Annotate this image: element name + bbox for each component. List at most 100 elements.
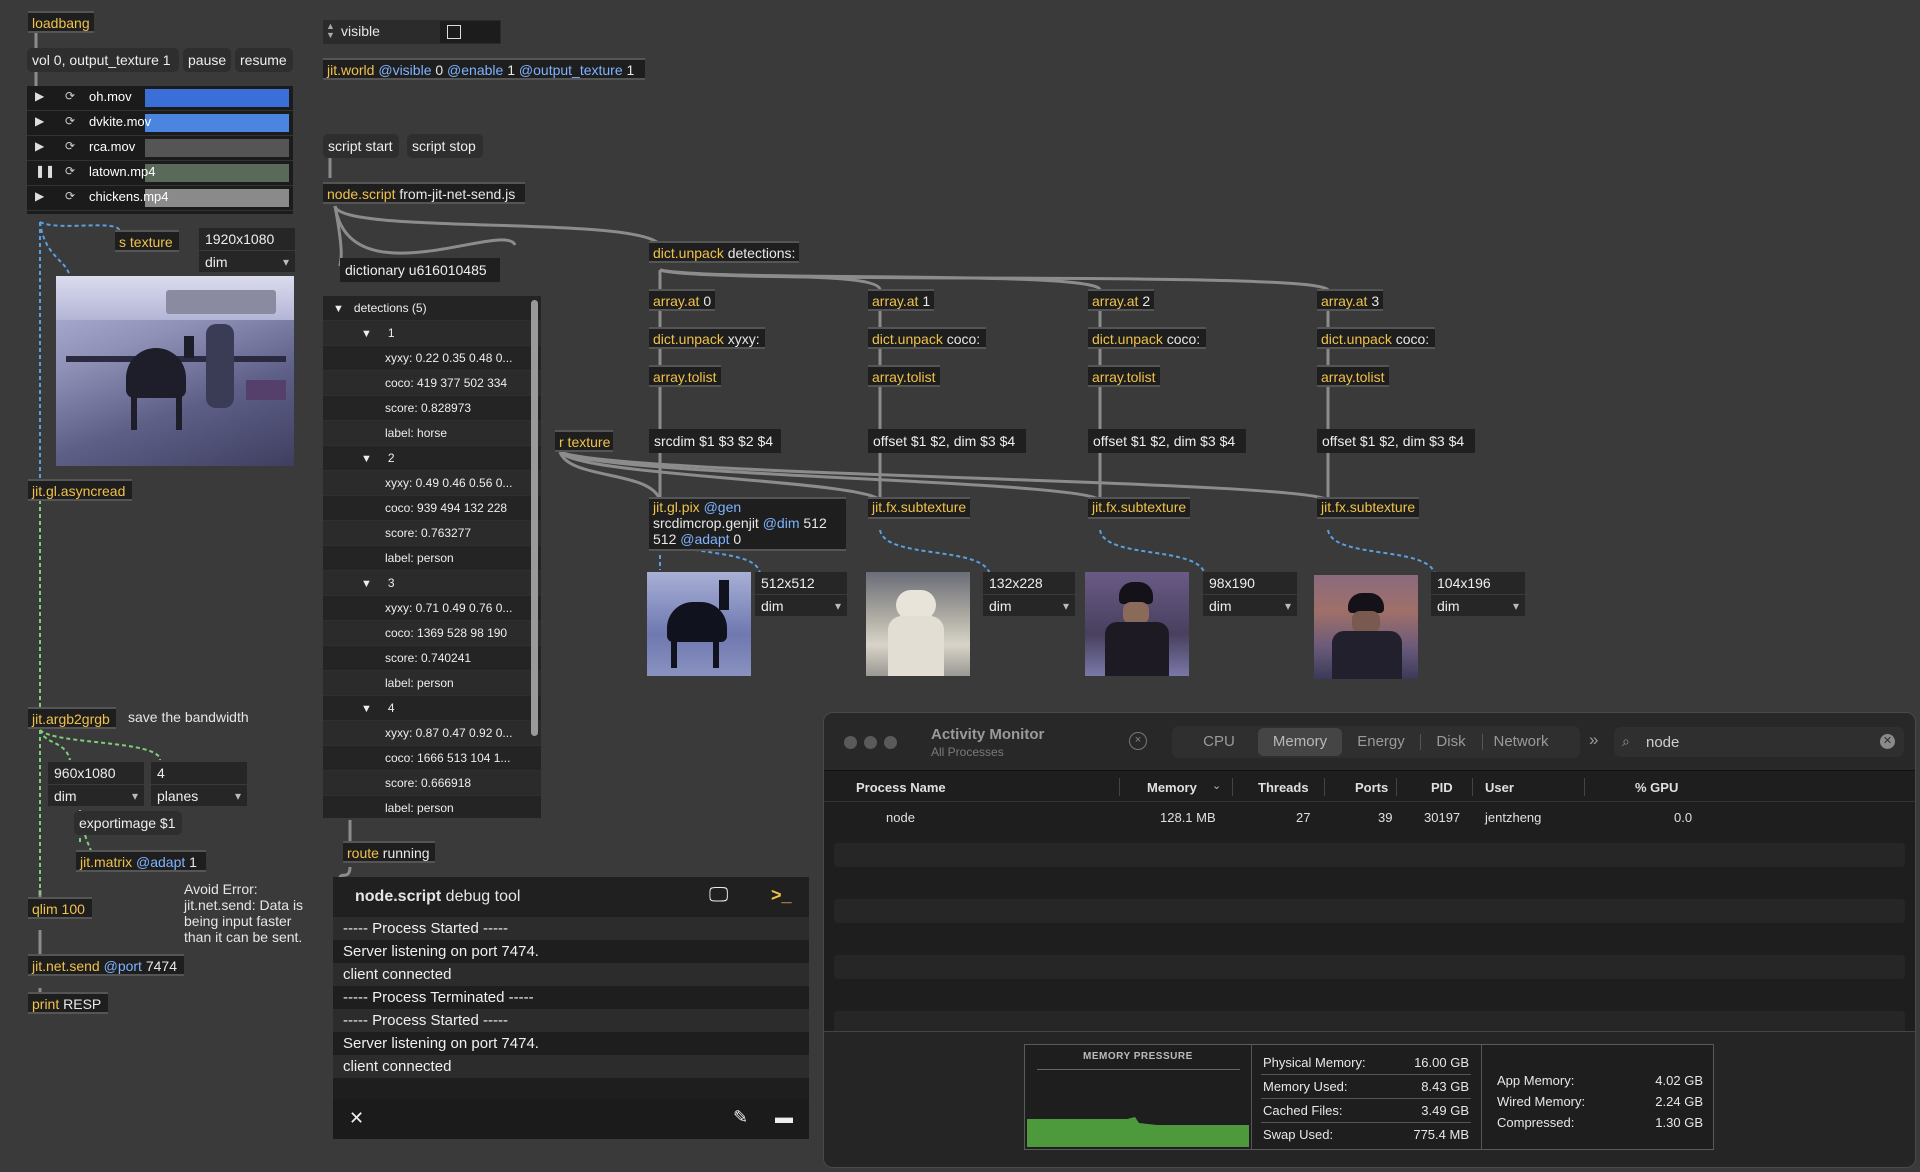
array-at-object[interactable]: array.at 0 — [649, 289, 715, 311]
col-pid[interactable]: PID — [1431, 780, 1453, 795]
close-window-button[interactable] — [844, 736, 857, 749]
dim-label[interactable]: dim — [983, 595, 1075, 617]
dim-attrui[interactable]: 512x512 dim — [755, 572, 847, 617]
dim-attrui[interactable]: 132x228 dim — [983, 572, 1075, 617]
dict-row[interactable]: score: 0.666918 — [323, 771, 541, 796]
dim-value[interactable]: 98x190 — [1203, 572, 1297, 595]
planes-value[interactable]: 4 — [151, 762, 247, 785]
folder-icon[interactable]: ▬ — [775, 1107, 793, 1128]
dict-row[interactable]: xyxy: 0.49 0.46 0.56 0... — [323, 471, 541, 496]
disclosure-icon[interactable]: ▼ — [361, 453, 372, 465]
exportimage-message[interactable]: exportimage $1 — [74, 811, 182, 835]
zoom-window-button[interactable] — [884, 736, 897, 749]
array-tolist-object[interactable]: array.tolist — [868, 365, 940, 387]
dict-row[interactable]: ▼ 2 — [323, 446, 541, 471]
play-icon[interactable]: ▶ — [35, 139, 44, 153]
col-process-name[interactable]: Process Name — [856, 780, 946, 795]
edit-icon[interactable]: ✎ — [733, 1107, 748, 1128]
dict-row[interactable]: score: 0.740241 — [323, 646, 541, 671]
dict-view[interactable]: ▼ detections (5) ▼ 1 xyxy: 0.22 0.35 0.48 0… — [323, 296, 541, 818]
dim-attrui[interactable]: 104x196 dim — [1431, 572, 1525, 617]
col-gpu[interactable]: % GPU — [1635, 780, 1678, 795]
dim-label[interactable]: dim — [48, 785, 144, 807]
tab-energy[interactable]: Energy — [1342, 726, 1420, 758]
script-start-message[interactable]: script start — [323, 134, 399, 158]
jit-fx-subtexture-object[interactable]: jit.fx.subtexture — [1317, 497, 1419, 519]
col-memory[interactable]: Memory — [1147, 780, 1197, 795]
dict-row[interactable]: ▼ 1 — [323, 321, 541, 346]
dim-value[interactable]: 1920x1080 — [199, 228, 295, 251]
dict-unpack-object[interactable]: dict.unpack coco: — [868, 327, 986, 349]
dict-row[interactable]: xyxy: 0.87 0.47 0.92 0... — [323, 721, 541, 746]
visible-attrui[interactable]: ▲ ▼ visible — [323, 20, 501, 44]
visible-checkbox[interactable] — [447, 25, 461, 39]
col-threads[interactable]: Threads — [1258, 780, 1309, 795]
array-tolist-object[interactable]: array.tolist — [649, 365, 721, 387]
play-icon[interactable]: ▶ — [35, 114, 44, 128]
dim-label[interactable]: dim — [1431, 595, 1525, 617]
dict-row[interactable]: ▼ 3 — [323, 571, 541, 596]
dict-row[interactable]: score: 0.763277 — [323, 521, 541, 546]
dict-row[interactable]: score: 0.828973 — [323, 396, 541, 421]
search-input[interactable]: node — [1646, 734, 1679, 751]
dict-row[interactable]: label: person — [323, 671, 541, 696]
playlist-item[interactable]: ▶ ⟳ oh.mov — [27, 86, 293, 111]
dict-row[interactable]: label: horse — [323, 421, 541, 446]
resume-message[interactable]: resume — [235, 48, 293, 72]
array-at-object[interactable]: array.at 3 — [1317, 289, 1383, 311]
dim-attrui-top[interactable]: 1920x1080 dim — [199, 228, 295, 273]
terminal-icon[interactable]: >_ — [771, 885, 792, 906]
dict-root-row[interactable]: ▼ detections (5) — [323, 296, 541, 321]
crop-params-message[interactable]: srcdim $1 $3 $2 $4 — [649, 429, 781, 453]
loop-icon[interactable]: ⟳ — [65, 139, 75, 153]
jit-matrix-object[interactable]: jit.matrix @adapt 1 — [76, 850, 206, 872]
dict-row[interactable]: xyxy: 0.71 0.49 0.76 0... — [323, 596, 541, 621]
dim-value[interactable]: 104x196 — [1431, 572, 1525, 595]
route-running-object[interactable]: route running — [343, 841, 435, 863]
jit-net-send-object[interactable]: jit.net.send @port 7474 — [28, 954, 184, 976]
disclosure-icon[interactable]: ▼ — [361, 703, 372, 715]
dict-row[interactable]: coco: 419 377 502 334 — [323, 371, 541, 396]
dim-label[interactable]: dim — [199, 251, 295, 273]
dict-row[interactable]: xyxy: 0.22 0.35 0.48 0... — [323, 346, 541, 371]
crop-params-message[interactable]: offset $1 $2, dim $3 $4 — [1088, 429, 1246, 453]
dict-unpack-object[interactable]: dict.unpack coco: — [1088, 327, 1206, 349]
jit-fx-subtexture-object[interactable]: jit.fx.subtexture — [1088, 497, 1190, 519]
array-tolist-object[interactable]: array.tolist — [1317, 365, 1389, 387]
qlim-object[interactable]: qlim 100 — [28, 897, 92, 919]
jit-gl-asyncread-object[interactable]: jit.gl.asyncread — [28, 479, 132, 501]
jit-playlist[interactable]: ▶ ⟳ oh.mov ▶ ⟳ dvkite.mov ▶ ⟳ rca.mov ❚❚ ⟳ latown.m… — [27, 86, 293, 214]
dim-value[interactable]: 960x1080 — [48, 762, 144, 785]
loop-icon[interactable]: ⟳ — [65, 89, 75, 103]
loop-icon[interactable]: ⟳ — [65, 114, 75, 128]
crop-params-message[interactable]: offset $1 $2, dim $3 $4 — [1317, 429, 1475, 453]
vol-message[interactable]: vol 0, output_texture 1 — [27, 48, 179, 72]
dim-label[interactable]: dim — [755, 595, 847, 617]
jit-world-object[interactable]: jit.world @visible 0 @enable 1 @output_t… — [323, 58, 645, 80]
dict-unpack-object[interactable]: dict.unpack xyxy: — [649, 327, 765, 349]
loop-icon[interactable]: ⟳ — [65, 164, 75, 178]
dim-value[interactable]: 132x228 — [983, 572, 1075, 595]
s-texture-object[interactable]: s texture — [115, 230, 179, 252]
disclosure-icon[interactable]: ▼ — [361, 328, 372, 340]
dict-unpack-object[interactable]: dict.unpack coco: — [1317, 327, 1435, 349]
tab-disk[interactable]: Disk — [1420, 726, 1482, 758]
tab-network[interactable]: Network — [1482, 726, 1560, 758]
more-icon[interactable]: » — [1589, 730, 1598, 750]
loop-icon[interactable]: ⟳ — [65, 189, 75, 203]
dict-row[interactable]: label: person — [323, 546, 541, 571]
pause-icon[interactable]: ❚❚ — [35, 164, 55, 178]
dict-row[interactable]: label: person — [323, 796, 541, 818]
tab-memory[interactable]: Memory — [1258, 728, 1342, 756]
jit-gl-pix-object[interactable]: jit.gl.pix @gen srcdimcrop.genjit @dim 51… — [649, 497, 846, 551]
array-at-object[interactable]: array.at 1 — [868, 289, 934, 311]
playlist-item[interactable]: ▶ ⟳ rca.mov — [27, 136, 293, 161]
minimize-window-button[interactable] — [864, 736, 877, 749]
clear-search-icon[interactable]: ✕ — [1880, 734, 1895, 749]
play-icon[interactable]: ▶ — [35, 89, 44, 103]
table-row[interactable]: node 128.1 MB 27 39 30197 jentzheng 0.0 — [824, 803, 1915, 833]
jit-fx-subtexture-object[interactable]: jit.fx.subtexture — [868, 497, 970, 519]
col-ports[interactable]: Ports — [1355, 780, 1388, 795]
planes-attrui[interactable]: 4 planes — [151, 762, 247, 807]
array-tolist-object[interactable]: array.tolist — [1088, 365, 1160, 387]
